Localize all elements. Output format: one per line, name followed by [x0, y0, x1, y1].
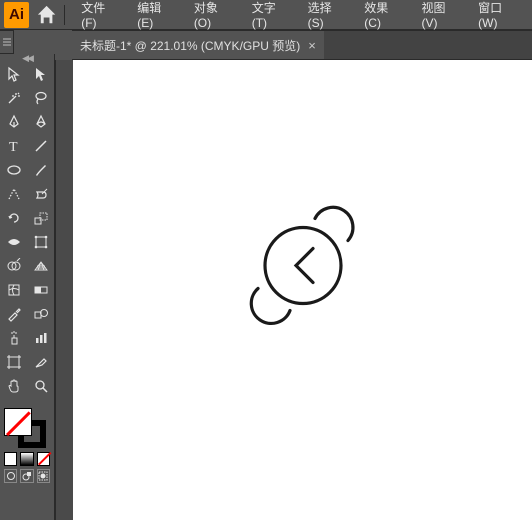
menu-type[interactable]: 文字(T): [244, 0, 298, 34]
document-tab[interactable]: 未标题-1* @ 221.01% (CMYK/GPU 预览) ×: [72, 31, 324, 59]
menu-file[interactable]: 文件(F): [73, 0, 127, 34]
color-mode-gradient[interactable]: [20, 452, 33, 466]
draw-inside[interactable]: [37, 469, 50, 483]
paintbrush-tool[interactable]: [27, 158, 54, 182]
menu-view[interactable]: 视图(V): [414, 0, 469, 34]
rotate-tool[interactable]: [0, 206, 27, 230]
tools-panel-header[interactable]: ◀◀: [0, 54, 54, 62]
color-mode-row: [0, 450, 54, 466]
ellipse-tool[interactable]: [0, 158, 27, 182]
mesh-tool[interactable]: [0, 278, 27, 302]
line-segment-tool[interactable]: [27, 134, 54, 158]
close-icon[interactable]: ×: [308, 38, 316, 53]
width-tool[interactable]: [0, 230, 27, 254]
artboard[interactable]: [73, 60, 532, 520]
slice-tool[interactable]: [27, 350, 54, 374]
perspective-grid-tool[interactable]: [27, 254, 54, 278]
symbol-sprayer-tool[interactable]: [0, 326, 27, 350]
free-transform-tool[interactable]: [27, 230, 54, 254]
pen-tool[interactable]: [0, 110, 27, 134]
canvas-gutter: [56, 60, 73, 520]
eyedropper-tool[interactable]: [0, 302, 27, 326]
fill-stroke-swatch[interactable]: [0, 404, 54, 450]
magic-wand-tool[interactable]: [0, 86, 27, 110]
curvature-tool[interactable]: [27, 110, 54, 134]
svg-text:T: T: [9, 140, 18, 154]
eraser-tool[interactable]: [27, 182, 54, 206]
menu-select[interactable]: 选择(S): [300, 0, 355, 34]
color-mode-color[interactable]: [4, 452, 17, 466]
tools-panel: ◀◀ T: [0, 54, 55, 520]
direct-selection-tool[interactable]: [27, 62, 54, 86]
zoom-tool[interactable]: [27, 374, 54, 398]
artwork-watch-icon: [218, 171, 388, 364]
menu-edit[interactable]: 编辑(E): [129, 0, 184, 34]
lasso-tool[interactable]: [27, 86, 54, 110]
menu-bar: Ai 文件(F) 编辑(E) 对象(O) 文字(T) 选择(S) 效果(C) 视…: [0, 0, 532, 30]
selection-tool[interactable]: [0, 62, 27, 86]
draw-mode-row: [0, 466, 54, 486]
draw-normal[interactable]: [4, 469, 17, 483]
menu-object[interactable]: 对象(O): [186, 0, 242, 34]
document-tab-title: 未标题-1* @ 221.01% (CMYK/GPU 预览): [80, 37, 300, 54]
scale-tool[interactable]: [27, 206, 54, 230]
app-logo: Ai: [4, 2, 29, 28]
shaper-tool[interactable]: [0, 182, 27, 206]
hand-tool[interactable]: [0, 374, 27, 398]
menu-window[interactable]: 窗口(W): [470, 0, 528, 34]
column-graph-tool[interactable]: [27, 326, 54, 350]
draw-behind[interactable]: [20, 469, 33, 483]
color-mode-none[interactable]: [37, 452, 50, 466]
shape-builder-tool[interactable]: [0, 254, 27, 278]
document-tab-strip: 未标题-1* @ 221.01% (CMYK/GPU 预览) ×: [72, 30, 532, 60]
canvas-area: [55, 60, 532, 520]
menu-separator: [64, 5, 65, 25]
gradient-tool[interactable]: [27, 278, 54, 302]
type-tool[interactable]: T: [0, 134, 27, 158]
blend-tool[interactable]: [27, 302, 54, 326]
menu-effect[interactable]: 效果(C): [356, 0, 411, 34]
artboard-tool[interactable]: [0, 350, 27, 374]
home-icon[interactable]: [35, 3, 58, 27]
fill-swatch[interactable]: [4, 408, 32, 436]
panel-collapse-grip[interactable]: [0, 30, 14, 54]
